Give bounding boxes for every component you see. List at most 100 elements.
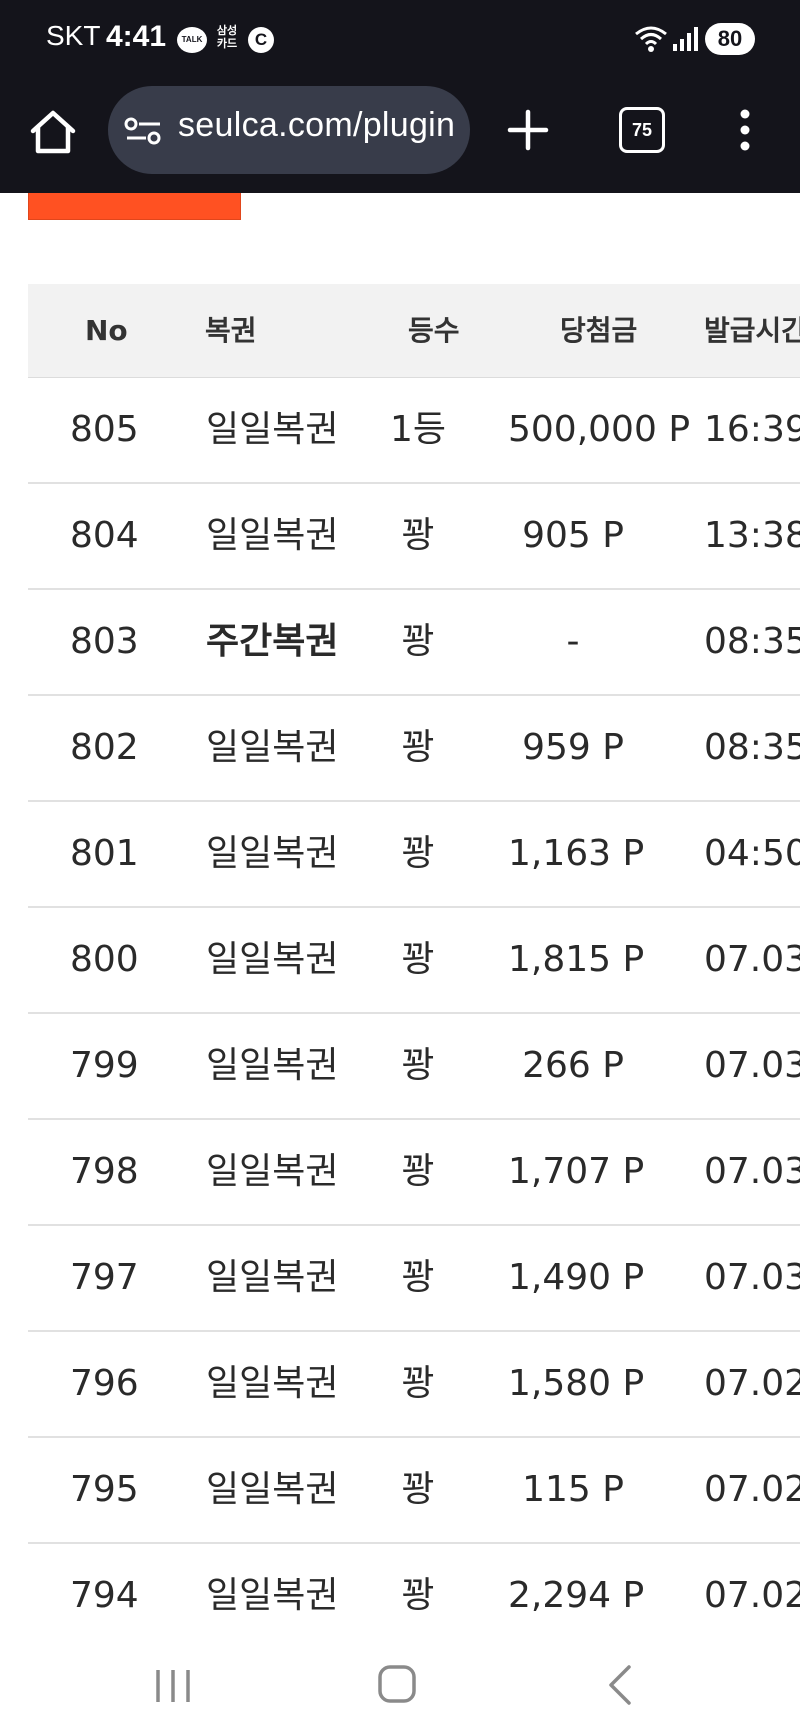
cell-no: 794	[70, 1575, 139, 1616]
cell-rank: 꽝	[401, 1045, 435, 1086]
cell-type: 일일복권	[206, 1151, 339, 1192]
cell-time: 08:35	[704, 621, 800, 662]
cell-prize: 266 P	[522, 1045, 624, 1086]
cell-time: 07.03	[704, 1151, 800, 1192]
overflow-menu-button[interactable]	[730, 108, 760, 152]
cell-time: 07.03	[704, 1045, 800, 1086]
cell-rank: 1등	[389, 409, 447, 450]
cell-type: 일일복권	[206, 1363, 339, 1404]
new-tab-button[interactable]	[503, 105, 553, 155]
cell-no: 803	[70, 621, 139, 662]
cell-time: 07.03	[704, 939, 800, 980]
address-bar[interactable]: seulca.com/plugin	[108, 86, 470, 174]
cell-prize: -	[566, 621, 580, 662]
cell-rank: 꽝	[401, 621, 435, 662]
cell-signal-icon	[672, 26, 698, 56]
cell-rank: 꽝	[401, 939, 435, 980]
tab-switcher-button[interactable]: 75	[619, 107, 665, 153]
table-row: 795 일일복권 꽝 115 P 07.02	[28, 1438, 800, 1544]
cell-time: 07.02	[704, 1363, 800, 1404]
c-app-icon: C	[248, 27, 274, 53]
cell-rank: 꽝	[401, 833, 435, 874]
cell-type: 일일복권	[206, 727, 339, 768]
cell-type: 일일복권	[206, 1257, 339, 1298]
kakaotalk-icon: TALK	[177, 27, 207, 53]
table-header: No 복권 등수 당첨금 발급시간	[28, 284, 800, 378]
browser-top-bar: SKT 4:41 TALK 삼성 카드 C 80 seulca.com/plug…	[0, 0, 800, 193]
recent-apps-icon	[156, 1670, 190, 1702]
table-row: 798 일일복권 꽝 1,707 P 07.03	[28, 1120, 800, 1226]
cell-rank: 꽝	[401, 1257, 435, 1298]
cell-no: 801	[70, 833, 139, 874]
carrier-label: SKT	[46, 20, 101, 51]
lottery-history-table: No 복권 등수 당첨금 발급시간 805 일일복권 1등 500,000 P …	[28, 284, 800, 1650]
orange-action-button[interactable]	[28, 193, 241, 220]
header-no: No	[85, 314, 128, 347]
cell-prize: 1,580 P	[508, 1363, 645, 1404]
cell-no: 795	[70, 1469, 139, 1510]
cell-time: 07.02	[704, 1575, 800, 1616]
status-bar: SKT 4:41 TALK 삼성 카드 C 80	[0, 0, 800, 80]
cell-prize: 959 P	[522, 727, 624, 768]
samsung-card-label-bottom: 카드	[216, 37, 238, 50]
battery-indicator: 80	[705, 23, 755, 55]
cell-time: 04:50	[704, 833, 800, 874]
header-rank: 등수	[408, 314, 460, 347]
table-row: 796 일일복권 꽝 1,580 P 07.02	[28, 1332, 800, 1438]
cell-rank: 꽝	[401, 515, 435, 556]
url-text: seulca.com/plugin	[178, 106, 456, 144]
plus-icon	[507, 109, 549, 151]
cell-rank: 꽝	[401, 1575, 435, 1616]
cell-no: 802	[70, 727, 139, 768]
cell-no: 797	[70, 1257, 139, 1298]
cell-type: 일일복권	[206, 515, 339, 556]
system-home-button[interactable]	[377, 1662, 417, 1710]
cell-type: 일일복권	[206, 1045, 339, 1086]
cell-rank: 꽝	[401, 1363, 435, 1404]
cell-time: 08:35	[704, 727, 800, 768]
cell-type: 일일복권	[206, 1469, 339, 1510]
cell-prize: 905 P	[522, 515, 624, 556]
browser-toolbar: seulca.com/plugin 75	[0, 80, 800, 193]
cell-time: 16:39	[704, 409, 800, 450]
header-type: 복권	[205, 314, 257, 347]
cell-type: 일일복권	[206, 833, 339, 874]
header-prize: 당첨금	[560, 314, 638, 347]
cell-type: 주간복권	[206, 621, 339, 662]
wifi-icon	[634, 24, 668, 58]
cell-no: 799	[70, 1045, 139, 1086]
back-chevron-icon	[609, 1665, 631, 1705]
more-vertical-icon	[740, 109, 750, 151]
status-clock: 4:41	[106, 20, 167, 53]
cell-no: 796	[70, 1363, 139, 1404]
cell-time: 07.02	[704, 1469, 800, 1510]
home-button[interactable]	[26, 105, 80, 159]
cell-prize: 1,815 P	[508, 939, 645, 980]
cell-no: 805	[70, 409, 139, 450]
table-row: 801 일일복권 꽝 1,163 P 04:50	[28, 802, 800, 908]
cell-prize: 1,163 P	[508, 833, 645, 874]
header-issue-time: 발급시간	[704, 314, 800, 347]
recent-apps-button[interactable]	[153, 1666, 193, 1710]
cell-no: 804	[70, 515, 139, 556]
table-row: 803 주간복권 꽝 - 08:35	[28, 590, 800, 696]
home-icon	[30, 110, 76, 154]
site-settings-icon[interactable]	[124, 116, 164, 150]
cell-type: 일일복권	[206, 1575, 339, 1616]
table-row: 802 일일복권 꽝 959 P 08:35	[28, 696, 800, 802]
table-row: 799 일일복권 꽝 266 P 07.03	[28, 1014, 800, 1120]
system-nav-bar	[0, 1634, 800, 1734]
cell-type: 일일복권	[206, 409, 339, 450]
table-row: 805 일일복권 1등 500,000 P 16:39	[28, 378, 800, 484]
system-back-button[interactable]	[605, 1664, 635, 1710]
table-row: 800 일일복권 꽝 1,815 P 07.03	[28, 908, 800, 1014]
samsung-card-label-top: 삼성	[216, 24, 238, 37]
cell-prize: 1,490 P	[508, 1257, 645, 1298]
cell-prize: 500,000 P	[508, 409, 691, 450]
cell-no: 800	[70, 939, 139, 980]
cell-prize: 115 P	[522, 1469, 624, 1510]
cell-time: 13:38	[704, 515, 800, 556]
cell-time: 07.03	[704, 1257, 800, 1298]
samsung-card-icon: 삼성 카드	[214, 24, 240, 54]
cell-rank: 꽝	[401, 727, 435, 768]
